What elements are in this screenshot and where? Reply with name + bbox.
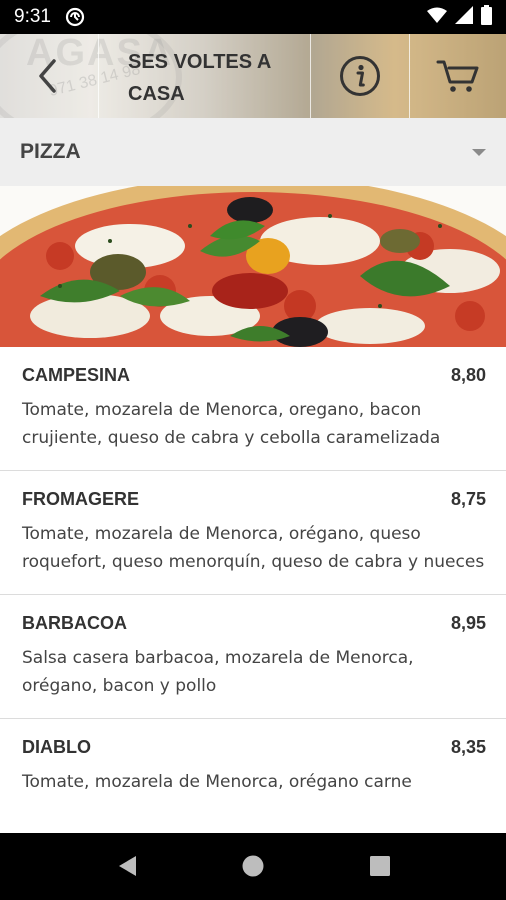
app-header: AGASA 971 38 14 98 SES VOLTES A CASA xyxy=(0,34,506,118)
item-price: 8,75 xyxy=(450,489,486,509)
item-name: CAMPESINA xyxy=(22,365,131,385)
info-button[interactable] xyxy=(311,34,409,118)
nav-home-button[interactable] xyxy=(238,851,268,881)
item-description: Tomate, mozarela de Menorca, oregano, ba… xyxy=(22,400,441,448)
status-bar: 9:31 xyxy=(0,0,506,34)
menu-list: CAMPESINA 8,80 Tomate, mozarela de Menor… xyxy=(0,347,506,833)
menu-item[interactable]: BARBACOA 8,95 Salsa casera barbacoa, moz… xyxy=(0,595,506,719)
nav-recents-button[interactable] xyxy=(365,851,395,881)
category-label: PIZZA xyxy=(20,140,81,163)
battery-icon xyxy=(481,5,492,29)
item-price: 8,95 xyxy=(450,613,486,633)
item-price: 8,35 xyxy=(450,737,486,757)
signal-icon xyxy=(455,6,473,28)
header-divider xyxy=(98,34,99,118)
menu-item[interactable]: FROMAGERE 8,75 Tomate, mozarela de Menor… xyxy=(0,471,506,595)
nav-home-icon xyxy=(242,855,264,877)
cart-button[interactable] xyxy=(410,34,506,118)
page-title: SES VOLTES A CASA xyxy=(128,51,271,105)
menu-item[interactable]: DIABLO 8,35 Tomate, mozarela de Menorca,… xyxy=(0,719,506,814)
item-description: Tomate, mozarela de Menorca, orégano car… xyxy=(22,772,412,792)
item-name: FROMAGERE xyxy=(22,489,139,509)
nav-back-button[interactable] xyxy=(112,851,142,881)
back-arrow-icon xyxy=(39,59,56,93)
pizza-hero-image xyxy=(0,186,506,347)
nav-recents-icon xyxy=(370,856,390,876)
item-description: Salsa casera barbacoa, mozarela de Menor… xyxy=(22,648,414,696)
wifi-icon xyxy=(427,7,447,27)
notification-icon xyxy=(65,7,85,27)
status-icons xyxy=(427,5,492,29)
item-description: Tomate, mozarela de Menorca, orégano, qu… xyxy=(22,524,485,572)
item-price: 8,80 xyxy=(450,365,486,385)
item-name: BARBACOA xyxy=(22,613,127,633)
nav-back-icon xyxy=(119,856,136,876)
info-icon xyxy=(340,56,380,96)
cart-icon xyxy=(436,60,479,92)
caret-down-icon xyxy=(472,148,486,156)
item-name: DIABLO xyxy=(22,737,91,757)
system-nav-bar xyxy=(0,833,506,900)
menu-item[interactable]: CAMPESINA 8,80 Tomate, mozarela de Menor… xyxy=(0,347,506,471)
category-selector[interactable]: PIZZA xyxy=(0,118,506,186)
back-button[interactable] xyxy=(0,34,98,118)
status-time: 9:31 xyxy=(14,6,51,27)
